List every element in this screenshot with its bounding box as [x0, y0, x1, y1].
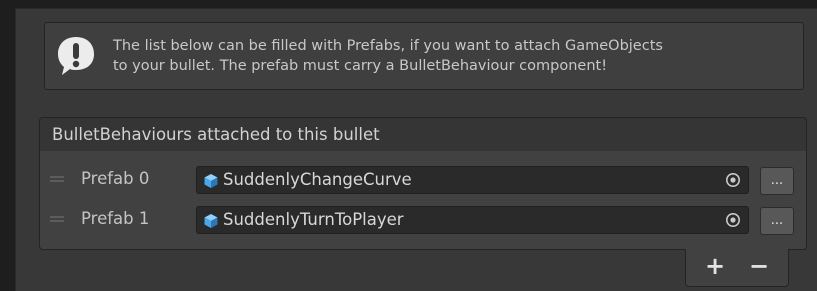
list-item: Prefab 1 SuddenlyTurnToPlayer ... [40, 205, 806, 235]
drag-handle-icon[interactable] [50, 176, 64, 182]
list-footer: + − [685, 249, 789, 287]
list-header: BulletBehaviours attached to this bullet [39, 117, 807, 152]
help-message-line-2: to your bullet. The prefab must carry a … [113, 58, 608, 74]
reorderable-list: Prefab 0 SuddenlyChangeCurve ... Prefab … [39, 151, 807, 250]
object-field[interactable]: SuddenlyTurnToPlayer [196, 206, 749, 234]
prefab-cube-icon [204, 214, 218, 228]
object-picker-icon[interactable] [725, 212, 741, 228]
more-options-button[interactable]: ... [760, 167, 794, 195]
remove-item-button[interactable]: − [744, 254, 774, 280]
list-item: Prefab 0 SuddenlyChangeCurve ... [40, 165, 806, 195]
object-field-value: SuddenlyChangeCurve [223, 170, 412, 189]
drag-handle-icon[interactable] [50, 216, 64, 222]
help-box: The list below can be filled with Prefab… [44, 22, 804, 90]
list-title: BulletBehaviours attached to this bullet [52, 125, 380, 144]
help-message-line-1: The list below can be filled with Prefab… [113, 38, 663, 54]
help-message: The list below can be filled with Prefab… [113, 36, 793, 76]
element-label: Prefab 0 [81, 169, 150, 188]
prefab-cube-icon [204, 174, 218, 188]
add-item-button[interactable]: + [700, 254, 730, 280]
exclamation-icon [58, 37, 94, 75]
more-options-button[interactable]: ... [760, 207, 794, 235]
object-field[interactable]: SuddenlyChangeCurve [196, 166, 749, 194]
object-field-value: SuddenlyTurnToPlayer [223, 210, 404, 229]
object-picker-icon[interactable] [725, 172, 741, 188]
element-label: Prefab 1 [81, 209, 150, 228]
